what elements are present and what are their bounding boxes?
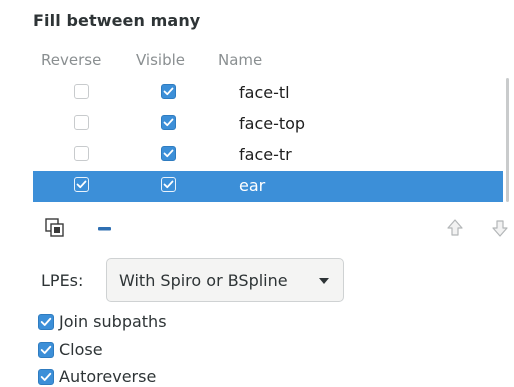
checkbox-box[interactable]	[38, 369, 54, 385]
checkbox-box[interactable]	[38, 314, 54, 330]
reverse-checkbox[interactable]	[74, 84, 89, 99]
column-header-visible[interactable]: Visible	[136, 51, 185, 69]
checkmark-icon	[163, 180, 174, 189]
table-row[interactable]: face-tl	[33, 78, 503, 109]
row-name: face-tl	[239, 83, 290, 102]
move-up-button[interactable]	[443, 216, 467, 240]
reverse-checkbox[interactable]	[74, 146, 89, 161]
row-name: ear	[239, 176, 266, 195]
checkmark-icon	[163, 149, 174, 158]
lpe-label: LPEs:	[41, 271, 84, 290]
table-row-selected[interactable]: ear	[33, 171, 503, 202]
visible-checkbox[interactable]	[161, 84, 176, 99]
visible-checkbox[interactable]	[161, 115, 176, 130]
reverse-checkbox[interactable]	[74, 115, 89, 130]
autoreverse-checkbox[interactable]: Autoreverse	[38, 366, 338, 387]
checkmark-icon	[163, 87, 174, 96]
row-name: face-tr	[239, 145, 292, 164]
column-header-reverse[interactable]: Reverse	[41, 51, 101, 69]
remove-button[interactable]	[93, 216, 117, 240]
checkmark-icon	[40, 317, 52, 326]
move-down-icon	[492, 220, 508, 237]
checkbox-box[interactable]	[38, 342, 54, 358]
table-header: Reverse Visible Name	[33, 43, 503, 77]
join-subpaths-label: Join subpaths	[59, 312, 167, 331]
checkmark-icon	[40, 345, 52, 354]
path-list-toolbar	[33, 212, 513, 242]
table-row[interactable]: face-top	[33, 109, 503, 140]
column-header-name[interactable]: Name	[218, 51, 262, 69]
table-scrollbar[interactable]	[506, 78, 509, 202]
path-list-table: Reverse Visible Name face-tl face-top fa…	[33, 43, 510, 202]
chevron-down-icon	[319, 278, 329, 284]
lpe-dropdown[interactable]: With Spiro or BSpline	[106, 258, 344, 302]
checkmark-icon	[40, 372, 52, 381]
reverse-checkbox[interactable]	[74, 177, 89, 192]
table-rows: face-tl face-top face-tr ear	[33, 78, 503, 202]
close-checkbox[interactable]: Close	[38, 339, 338, 361]
lpe-row: LPEs: With Spiro or BSpline	[33, 258, 363, 302]
duplicate-icon	[45, 218, 64, 237]
checkmark-icon	[76, 180, 87, 189]
autoreverse-label: Autoreverse	[59, 367, 157, 386]
row-name: face-top	[239, 114, 306, 133]
fill-between-many-panel: Fill between many Reverse Visible Name f…	[0, 0, 514, 387]
join-subpaths-checkbox[interactable]: Join subpaths	[38, 311, 338, 333]
checkmark-icon	[163, 118, 174, 127]
remove-icon	[98, 227, 111, 231]
move-down-button[interactable]	[488, 216, 512, 240]
table-row[interactable]: face-tr	[33, 140, 503, 171]
visible-checkbox[interactable]	[161, 146, 176, 161]
duplicate-button[interactable]	[43, 216, 67, 240]
move-up-icon	[447, 219, 463, 236]
visible-checkbox[interactable]	[161, 177, 176, 192]
close-label: Close	[59, 340, 103, 359]
lpe-dropdown-value: With Spiro or BSpline	[119, 271, 288, 290]
panel-title: Fill between many	[33, 11, 201, 30]
